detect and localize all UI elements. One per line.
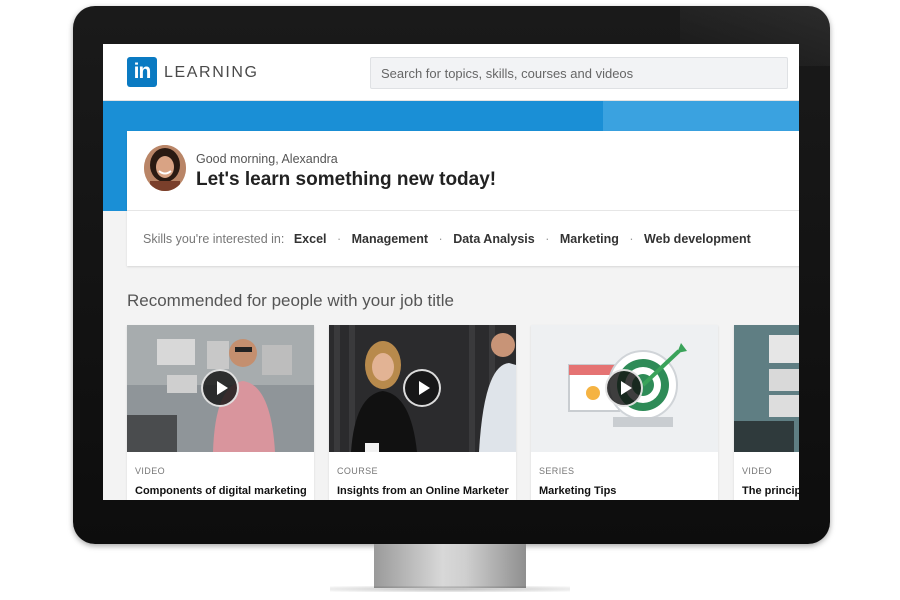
skill-web-development[interactable]: Web development: [644, 232, 751, 246]
top-navigation: in LEARNING: [103, 44, 799, 101]
play-icon[interactable]: [605, 369, 643, 407]
course-thumbnail[interactable]: [734, 325, 799, 452]
play-icon[interactable]: [201, 369, 239, 407]
course-card-3[interactable]: SERIES Marketing Tips: [531, 325, 718, 500]
skill-data-analysis[interactable]: Data Analysis: [453, 232, 535, 246]
screen: in LEARNING Good morning, Alexandra Let'…: [103, 44, 799, 500]
course-type: VIDEO: [742, 466, 773, 476]
blue-banner-highlight: [603, 101, 799, 131]
course-title[interactable]: Components of digital marketing: [135, 485, 307, 497]
search-input[interactable]: [370, 57, 788, 89]
stand-shadow: [330, 586, 570, 592]
course-card-2[interactable]: COURSE Insights from an Online Marketer: [329, 325, 516, 500]
course-thumbnail[interactable]: [531, 325, 718, 452]
course-title[interactable]: Marketing Tips: [539, 485, 616, 497]
avatar[interactable]: [144, 145, 186, 191]
course-type: COURSE: [337, 466, 378, 476]
course-card-1[interactable]: VIDEO Components of digital marketing: [127, 325, 314, 500]
skill-separator: ·: [336, 232, 342, 246]
skills-label: Skills you're interested in:: [143, 232, 285, 246]
skill-separator: ·: [545, 232, 550, 246]
greeting-card: Good morning, Alexandra Let's learn some…: [127, 131, 799, 266]
skills-row: Skills you're interested in: Excel · Man…: [143, 232, 751, 246]
logo-text[interactable]: LEARNING: [164, 64, 259, 82]
linkedin-logo-icon[interactable]: in: [127, 57, 157, 87]
course-card-4[interactable]: VIDEO The principl: [734, 325, 799, 500]
course-type: SERIES: [539, 466, 575, 476]
card-divider: [127, 210, 799, 211]
greeting-headline: Let's learn something new today!: [196, 169, 497, 190]
monitor-stand: [374, 544, 526, 588]
greeting-subtitle: Good morning, Alexandra: [196, 152, 338, 166]
skill-separator: ·: [629, 232, 634, 246]
office-image-icon: [734, 325, 799, 452]
avatar-portrait-icon: [144, 145, 186, 191]
course-thumbnail[interactable]: [127, 325, 314, 452]
blue-banner-edge: [103, 131, 127, 211]
course-title[interactable]: Insights from an Online Marketer: [337, 485, 509, 497]
skill-marketing[interactable]: Marketing: [560, 232, 619, 246]
skill-separator: ·: [438, 232, 443, 246]
play-icon[interactable]: [403, 369, 441, 407]
skill-management[interactable]: Management: [352, 232, 428, 246]
skill-excel[interactable]: Excel: [294, 232, 327, 246]
recommended-title: Recommended for people with your job tit…: [127, 291, 454, 310]
course-type: VIDEO: [135, 466, 166, 476]
course-title[interactable]: The principl: [742, 485, 799, 497]
course-thumbnail[interactable]: [329, 325, 516, 452]
